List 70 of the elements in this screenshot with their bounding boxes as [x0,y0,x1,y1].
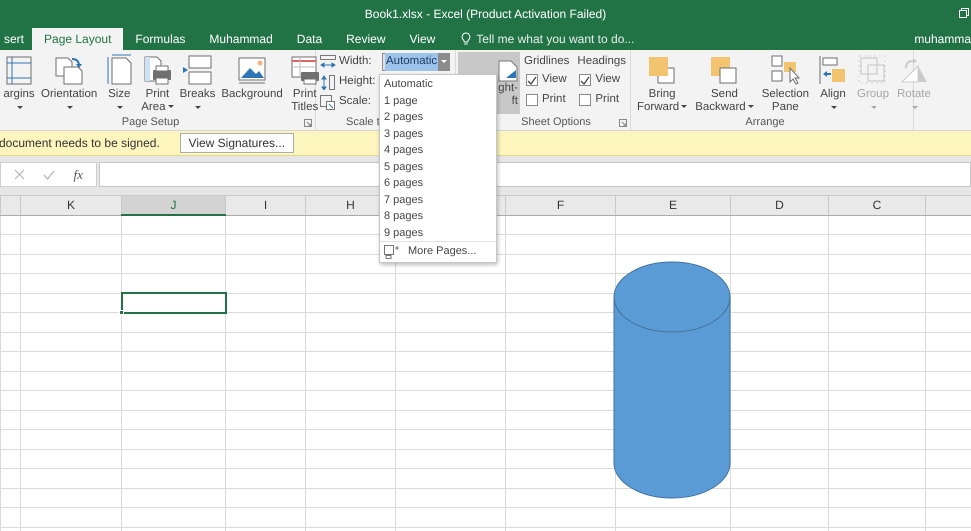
selection-icon [769,54,802,86]
selection-pane-button[interactable]: Selection Pane [758,52,813,114]
width-dropdown[interactable]: Automatic [382,53,450,71]
page-break-icon [181,54,214,86]
menu-item[interactable]: 2 pages [380,109,496,126]
group-label: Sheet Options [520,115,592,130]
menu-item[interactable]: 3 pages [380,126,496,142]
column-header[interactable]: K [20,196,122,215]
checkbox[interactable]: View [524,70,570,90]
group-label: Arrange [744,115,786,130]
lightbulb-icon [461,32,472,46]
send-backward-button[interactable]: Send Backward [691,52,758,114]
checkmark-icon [580,76,590,84]
column-header[interactable]: C [828,196,926,215]
cylinder-shape[interactable] [614,262,730,498]
size-button[interactable]: Size [100,52,138,109]
column-header[interactable]: F [506,196,616,215]
height-icon [320,74,336,90]
margins-button[interactable]: argins [0,52,38,109]
active-cell[interactable] [122,293,226,312]
ribbon-tab[interactable]: Page Layout [32,28,124,50]
cancel-icon[interactable] [14,169,26,180]
checkmark-icon [527,76,537,84]
ribbon-tab[interactable]: Muhammad [197,28,285,50]
view-signatures-button[interactable]: View Signatures... [180,133,294,153]
menu-item[interactable]: 5 pages [380,158,496,175]
restore-icon[interactable] [959,8,969,18]
ribbon-tab[interactable]: sert [0,28,28,50]
ribbon-tab[interactable]: View [398,28,448,50]
column-header[interactable]: J [122,196,226,215]
option-heading: Gridlines [524,54,570,69]
checkbox[interactable]: Print [524,90,570,110]
menu-item[interactable]: 9 pages [380,224,496,241]
group-label: Page Setup [120,115,180,130]
column-header[interactable]: I [226,196,306,215]
printer-icon [288,54,321,86]
dialog-launcher-icon[interactable] [304,119,312,127]
menu-item[interactable]: 6 pages [380,175,496,192]
ribbon-tab[interactable]: Data [284,28,334,50]
align-button[interactable]: Align [813,52,853,109]
window-title: Book1.xlsx - Excel (Product Activation Failed) [364,6,606,23]
page-icon [384,244,400,258]
field-label: Height: [339,74,376,90]
ribbon-tab[interactable]: Review [334,28,398,50]
breaks-button[interactable]: Breaks [176,52,218,109]
menu-item[interactable]: 4 pages [380,142,496,158]
width-icon [320,54,336,70]
more-pages-item[interactable]: More Pages... [380,241,496,261]
column-header[interactable]: E [616,196,730,215]
ribbon-tab[interactable]: Formulas [123,28,198,50]
option-heading: Headings [577,54,626,69]
account-name[interactable]: muhamma [914,28,971,50]
print-area-button[interactable]: Print Area [138,52,177,114]
field-label: Scale: [339,94,372,110]
bring-forward-button[interactable]: Bring Forward [633,52,692,114]
menu-item[interactable]: 1 page [380,92,496,109]
column-header[interactable]: D [730,196,828,215]
background-button[interactable]: Background [218,52,286,101]
menu-item[interactable]: Automatic [380,76,496,92]
orientation-button[interactable]: Orientation [38,52,100,109]
enter-icon[interactable] [43,170,56,180]
insert-function-button[interactable]: fx [74,164,83,184]
caret-icon [440,60,447,64]
checkbox[interactable]: View [577,70,626,90]
field-label: Width: [339,54,373,70]
checkbox[interactable]: Print [577,90,626,110]
dialog-launcher-icon[interactable] [619,119,627,127]
scale-icon [320,94,336,110]
search-field[interactable]: Tell me what you want to do... [476,30,646,48]
print-titles-button[interactable]: Print Titles [286,52,324,114]
